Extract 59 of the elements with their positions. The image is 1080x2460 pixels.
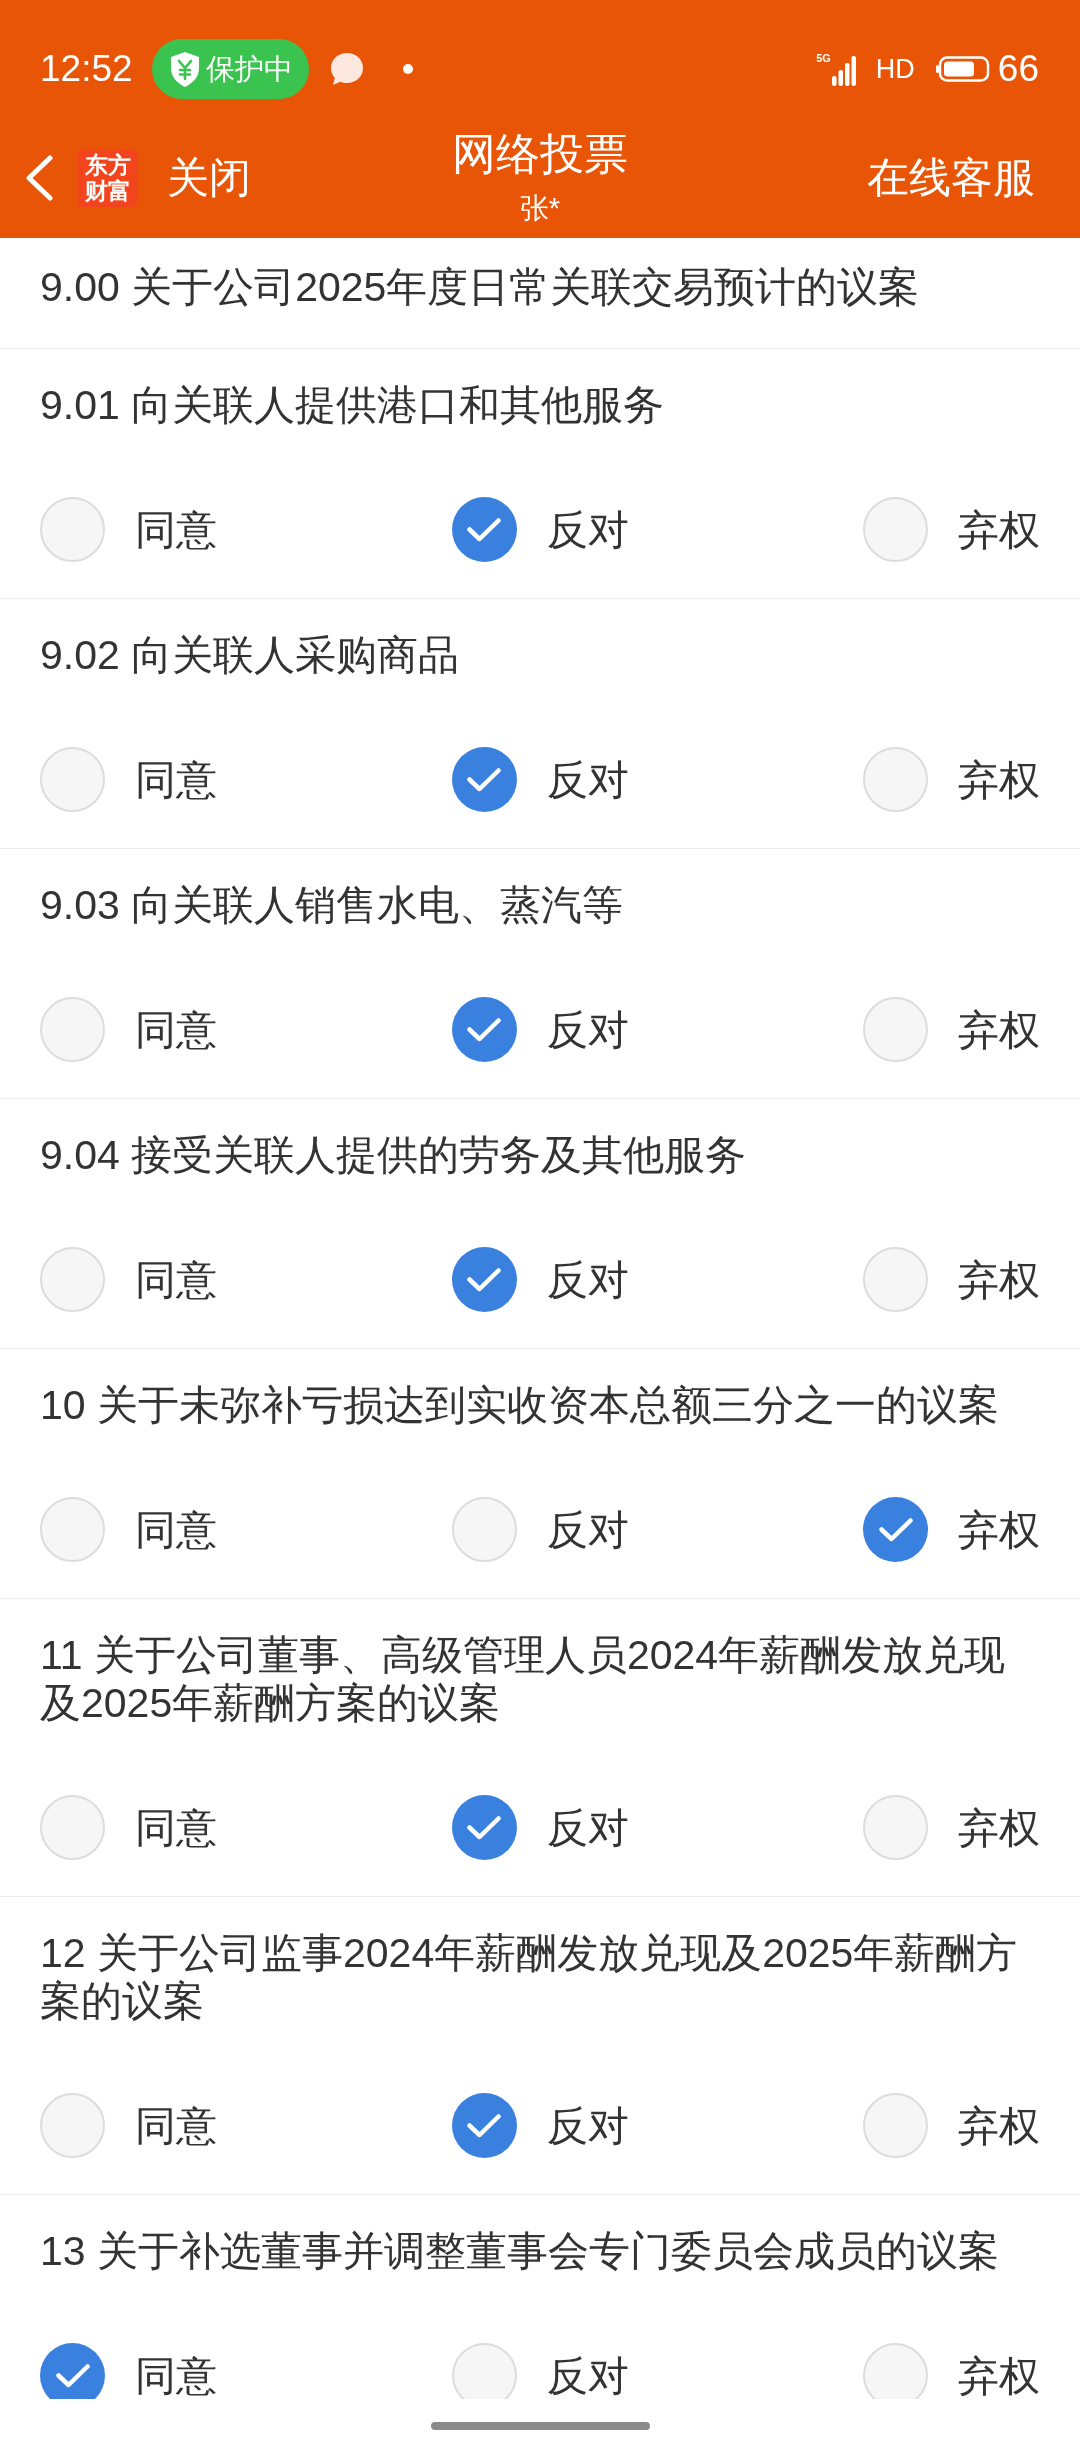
option-label[interactable]: 反对 xyxy=(546,1008,629,1051)
battery-percent: 66 xyxy=(997,47,1039,91)
chat-bubble-icon xyxy=(329,52,364,86)
option-label[interactable]: 同意 xyxy=(135,758,217,801)
option-label[interactable]: 反对 xyxy=(546,758,629,801)
option-label[interactable]: 弃权 xyxy=(958,2354,1040,2397)
option-label[interactable]: 反对 xyxy=(546,2354,629,2397)
check-icon xyxy=(878,1517,913,1542)
option-label[interactable]: 弃权 xyxy=(958,2104,1040,2147)
option-label[interactable]: 同意 xyxy=(135,2104,217,2147)
customer-service-link[interactable]: 在线客服 xyxy=(867,153,1035,203)
option-label[interactable]: 反对 xyxy=(546,1508,629,1551)
signal-icon xyxy=(831,56,856,86)
proposal-title: 9.02 向关联人采购商品 xyxy=(40,631,461,679)
option-label[interactable]: 弃权 xyxy=(958,1806,1040,1849)
back-icon[interactable] xyxy=(24,155,54,201)
proposal-title: 12 关于公司监事2024年薪酬发放兑现及2025年薪酬方案的议案 xyxy=(40,1929,1019,2025)
option-label[interactable]: 同意 xyxy=(135,508,217,551)
shield-icon xyxy=(168,50,201,88)
protection-text: 保护中 xyxy=(205,52,293,86)
radio-button[interactable] xyxy=(863,2343,928,2399)
option-label[interactable]: 弃权 xyxy=(958,508,1040,551)
option-label[interactable]: 弃权 xyxy=(958,758,1040,801)
page-title: 网络投票 xyxy=(452,128,628,180)
proposal-title: 13 关于补选董事并调整董事会专门委员会成员的议案 xyxy=(40,2227,1000,2275)
check-icon xyxy=(467,2113,501,2138)
account-name: 张* xyxy=(519,191,561,226)
option-label[interactable]: 同意 xyxy=(135,1258,217,1301)
option-label[interactable]: 同意 xyxy=(135,1806,217,1849)
option-label[interactable]: 同意 xyxy=(135,1008,217,1051)
option-label[interactable]: 同意 xyxy=(135,1508,217,1551)
check-icon xyxy=(55,2363,90,2388)
proposal-title: 11 关于公司董事、高级管理人员2024年薪酬发放兑现及2025年薪酬方案的议案 xyxy=(40,1631,1007,1727)
option-label[interactable]: 同意 xyxy=(135,2354,217,2397)
proposal-title: 9.04 接受关联人提供的劳务及其他服务 xyxy=(40,1131,748,1179)
option-label[interactable]: 反对 xyxy=(546,1806,629,1849)
close-link[interactable]: 关闭 xyxy=(167,153,251,203)
proposal-title: 10 关于未弥补亏损达到实收资本总额三分之一的议案 xyxy=(40,1381,1000,1429)
check-icon xyxy=(467,767,501,792)
notification-dot-icon xyxy=(402,64,413,74)
option-label[interactable]: 弃权 xyxy=(958,1508,1040,1551)
option-label[interactable]: 弃权 xyxy=(958,1008,1040,1051)
proposal-title: 9.01 向关联人提供港口和其他服务 xyxy=(40,381,666,429)
logo-text: 东方财富 xyxy=(83,152,132,204)
option-label[interactable]: 反对 xyxy=(546,2104,629,2147)
network-type-label: 5G xyxy=(816,52,831,64)
check-icon xyxy=(467,1267,501,1292)
hd-label: HD xyxy=(875,53,915,85)
option-label[interactable]: 反对 xyxy=(546,1258,629,1301)
proposal-title: 9.03 向关联人销售水电、蒸汽等 xyxy=(40,881,625,929)
status-time: 12:52 xyxy=(40,47,133,91)
battery-icon xyxy=(935,56,990,82)
check-icon xyxy=(467,517,501,542)
check-icon xyxy=(467,1017,501,1042)
option-label[interactable]: 反对 xyxy=(546,508,629,551)
radio-button[interactable] xyxy=(40,2343,105,2399)
option-label[interactable]: 弃权 xyxy=(958,1258,1040,1301)
check-icon xyxy=(467,1815,501,1840)
proposal-group-title: 9.00 关于公司2025年度日常关联交易预计的议案 xyxy=(40,263,921,311)
